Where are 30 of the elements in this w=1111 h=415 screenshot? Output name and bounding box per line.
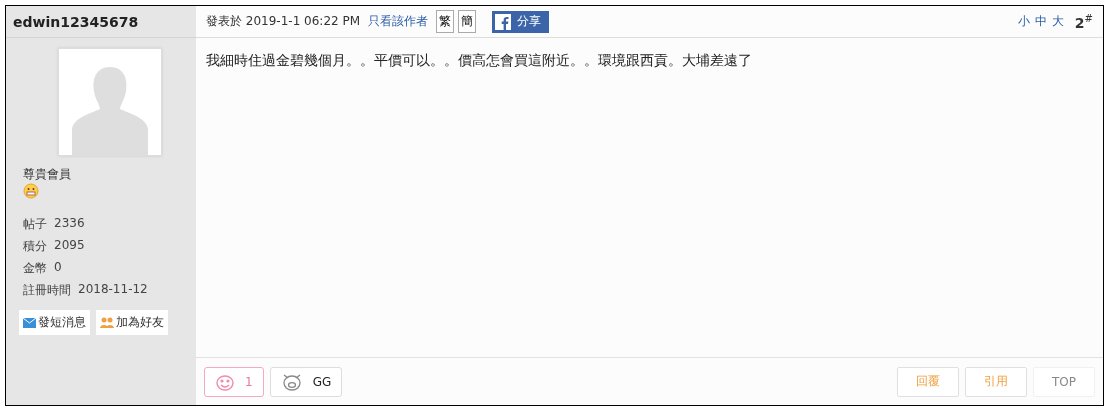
member-rank: 尊貴會員 (22, 166, 72, 183)
username[interactable]: edwin12345678 (6, 6, 196, 38)
envelope-icon (23, 317, 36, 328)
stat-label: 金幣 (23, 260, 47, 277)
profile-action-link[interactable]: 加為好友 (96, 310, 168, 335)
stat-value: 2018-11-12 (78, 282, 148, 298)
smiley-icon (215, 372, 235, 391)
avatar-silhouette-icon (58, 48, 162, 156)
font-size-link[interactable]: 中 (1034, 13, 1047, 30)
people-icon (100, 317, 114, 328)
font-size-link[interactable]: 大 (1051, 13, 1064, 30)
share-button[interactable]: 分享 (492, 10, 550, 33)
stat-value: 2095 (54, 238, 85, 254)
smiley-icon (23, 183, 39, 199)
post-text: 我細時住過金碧幾個月。。平價可以。。價高怎會買這附近。。環境跟西貢。大埔差遠了 (206, 52, 752, 68)
stat-label: 帖子 (23, 216, 47, 233)
pig-icon (280, 372, 303, 391)
script-toggle-button[interactable]: 簡 (458, 10, 477, 33)
script-toggle-button[interactable]: 繁 (436, 10, 455, 33)
stat-value: 2336 (54, 216, 85, 232)
facebook-icon (495, 13, 512, 30)
font-size-link[interactable]: 小 (1017, 13, 1030, 30)
reaction-button[interactable]: GG (269, 366, 343, 397)
stat-label: 註冊時間 (23, 282, 71, 299)
post-date: 發表於 2019-1-1 06:22 PM (206, 13, 361, 30)
floor-number: 2$^{#}$ (1074, 12, 1093, 31)
profile-action-link[interactable]: 發短消息 (19, 310, 90, 335)
stat-value: 0 (54, 260, 62, 276)
stat-label: 積分 (23, 238, 47, 255)
author-only-link[interactable]: 只看該作者 (368, 13, 429, 30)
